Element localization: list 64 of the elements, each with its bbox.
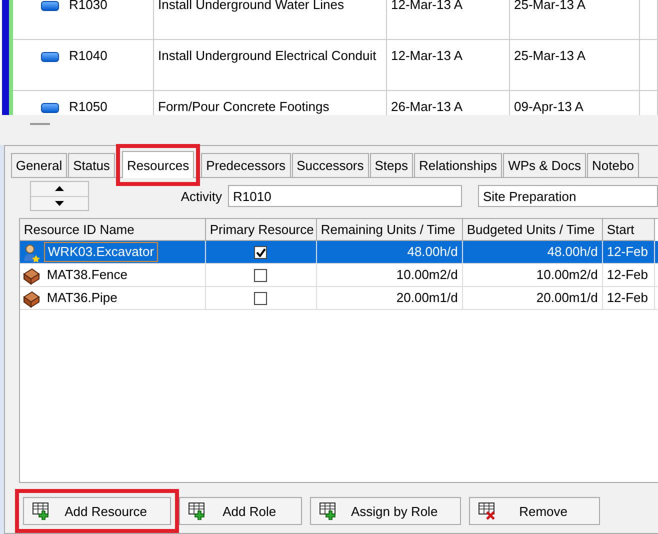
brick-icon [22, 266, 41, 284]
table-cell: 10.00m2/d [462, 264, 603, 286]
table-remove-icon [478, 502, 496, 520]
activity-name-field[interactable]: Site Preparation [478, 185, 658, 207]
tab[interactable]: Status [68, 153, 115, 177]
tab[interactable]: Successors [292, 153, 369, 177]
table-cell: 20.00m1/d [462, 287, 603, 309]
tab[interactable]: Predecessors [201, 153, 291, 177]
table-cell: 10.00m2/d [316, 264, 463, 286]
finish-date: 25-Mar-13 A [510, 0, 640, 39]
tab[interactable]: WPs & Docs [503, 153, 586, 177]
person-icon [22, 242, 41, 262]
activity-bar-icon [41, 52, 59, 62]
activity-id-field[interactable]: R1010 [228, 185, 462, 207]
start-date: 12-Mar-13 A [387, 0, 510, 39]
tab[interactable]: Notebo [587, 153, 639, 177]
resource-name: MAT38.Fence [46, 266, 129, 284]
table-add-icon [32, 502, 50, 520]
finish-date: 09-Apr-13 A [510, 91, 640, 115]
add-button[interactable]: Assign by Role [310, 497, 461, 525]
activity-id: R1040 [69, 48, 108, 63]
table-cell: 20.00m1/d [316, 287, 463, 309]
table-cell: 12-Feb [602, 264, 655, 286]
activity-id: R1050 [69, 99, 108, 114]
activity-name: Form/Pour Concrete Footings [154, 91, 387, 115]
activity-name: Install Underground Electrical Conduit [154, 40, 387, 90]
table-cell: 48.00h/d [316, 241, 463, 263]
activity-bar-icon [41, 1, 59, 11]
tab[interactable]: Resources [122, 151, 194, 178]
activity-bar-icon [41, 103, 59, 113]
table-cell: 48.00h/d [462, 241, 603, 263]
column-header[interactable]: Start [602, 219, 655, 241]
table-add-icon [188, 502, 206, 520]
down-arrow-icon [54, 200, 64, 206]
add-button[interactable]: Add Resource [22, 497, 171, 525]
table-row[interactable]: WRK03.Excavator 48.00h/d 48.00h/d 12-Feb [20, 241, 658, 264]
tab[interactable]: Relationships [414, 153, 502, 177]
activity-id: R1030 [69, 0, 108, 12]
tab[interactable]: General [10, 153, 68, 177]
column-header[interactable]: Budgeted Units / Time [462, 219, 603, 241]
brick-icon [22, 288, 41, 308]
table-row[interactable]: MAT38.Fence 10.00m2/d 10.00m2/d 12-Feb [20, 264, 658, 287]
table-cell: 12-Feb [602, 287, 655, 309]
start-date: 12-Mar-13 A [387, 40, 510, 90]
start-date: 26-Mar-13 A [387, 91, 510, 115]
primary-checkbox[interactable] [254, 268, 268, 282]
remove-button[interactable]: Remove [468, 497, 600, 525]
move-spinner[interactable] [30, 181, 89, 211]
column-header[interactable]: Remaining Units / Time [316, 219, 463, 241]
table-add-icon [318, 502, 337, 520]
add-button[interactable]: Add Role [178, 497, 302, 525]
resource-name: MAT36.Pipe [46, 289, 118, 307]
up-arrow-icon [54, 186, 64, 192]
table-cell: 12-Feb [602, 241, 655, 263]
column-header[interactable]: Primary Resource [206, 219, 317, 241]
tab[interactable]: Steps [370, 153, 414, 177]
table-row[interactable]: MAT36.Pipe 20.00m1/d 20.00m1/d 12-Feb [20, 287, 658, 310]
field-label: Activity [180, 188, 222, 204]
primary-checkbox[interactable] [254, 292, 268, 304]
primary-checkbox[interactable] [254, 246, 268, 258]
finish-date: 25-Mar-13 A [510, 40, 640, 90]
check-icon [256, 248, 266, 256]
resource-name: WRK03.Excavator [44, 242, 158, 262]
column-header[interactable]: Resource ID Name [20, 219, 206, 241]
